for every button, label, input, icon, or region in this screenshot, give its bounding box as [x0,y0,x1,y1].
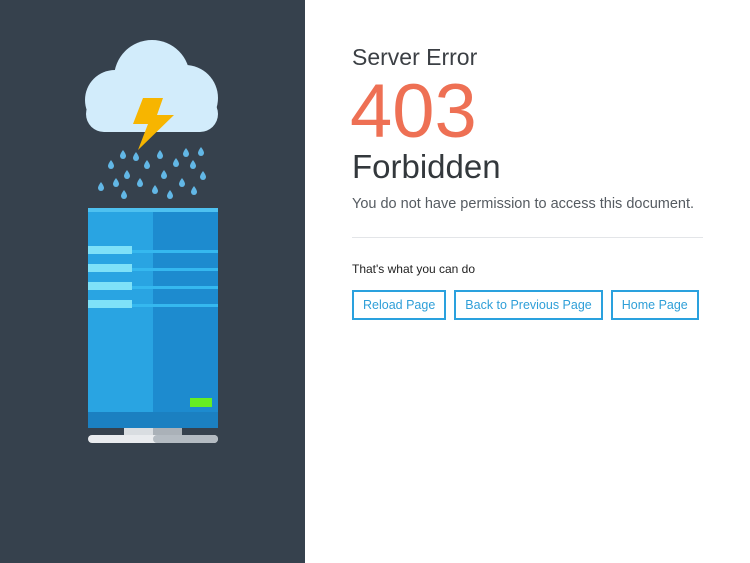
back-to-previous-page-button[interactable]: Back to Previous Page [454,290,603,320]
error-message: You do not have permission to access thi… [352,196,695,212]
error-subtitle: Server Error [352,44,478,70]
error-title: Forbidden [352,148,501,185]
options-label: That's what you can do [352,262,476,276]
illustration [85,40,218,443]
illustration-panel [0,0,305,563]
status-led-icon [190,398,212,407]
divider [352,237,703,238]
reload-page-button[interactable]: Reload Page [352,290,447,320]
content-panel: Server Error 403 Forbidden You do not ha… [305,0,750,563]
raindrops-icon [98,147,206,199]
home-page-button[interactable]: Home Page [610,290,699,320]
error-code: 403 [350,69,477,154]
server-icon [88,208,218,443]
action-buttons: Reload Page Back to Previous Page Home P… [352,290,699,320]
